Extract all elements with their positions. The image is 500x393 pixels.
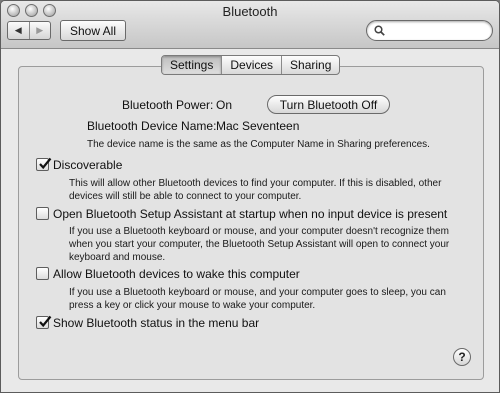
device-name-label: Bluetooth Device Name:	[87, 119, 217, 133]
wake-computer-description: If you use a Bluetooth keyboard or mouse…	[69, 287, 446, 311]
power-value: On	[216, 98, 233, 112]
show-all-button[interactable]: Show All	[60, 20, 126, 41]
setup-assistant-checkbox[interactable]	[36, 207, 49, 220]
tab-settings[interactable]: Settings	[162, 56, 222, 74]
wake-computer-label[interactable]: Allow Bluetooth devices to wake this com…	[53, 267, 300, 281]
tab-bar: Settings Devices Sharing	[161, 55, 341, 75]
forward-arrow-icon: ▶	[36, 25, 44, 35]
turn-bluetooth-off-button[interactable]: Turn Bluetooth Off	[267, 95, 390, 114]
forward-button[interactable]: ▶	[28, 22, 51, 39]
setup-assistant-label[interactable]: Open Bluetooth Setup Assistant at startu…	[53, 207, 447, 221]
help-button[interactable]: ?	[453, 348, 471, 366]
discoverable-checkbox[interactable]	[36, 157, 52, 171]
preferences-window: Bluetooth ◀ ▶ Show All Settings Devices …	[0, 0, 500, 393]
menu-bar-status-checkbox[interactable]	[36, 315, 52, 329]
back-arrow-icon: ◀	[14, 25, 22, 35]
power-label: Bluetooth Power:	[122, 98, 214, 112]
discoverable-label[interactable]: Discoverable	[53, 158, 122, 172]
back-forward-control: ◀ ▶	[7, 21, 51, 40]
discoverable-description: This will allow other Bluetooth devices …	[69, 178, 442, 202]
window-title: Bluetooth	[222, 4, 278, 19]
back-button[interactable]: ◀	[8, 22, 29, 39]
wake-computer-checkbox[interactable]	[36, 267, 49, 280]
menu-bar-status-label[interactable]: Show Bluetooth status in the menu bar	[53, 316, 259, 330]
device-name-value: Mac Seventeen	[216, 119, 300, 133]
search-field[interactable]	[366, 20, 493, 41]
device-name-note: The device name is the same as the Compu…	[87, 139, 430, 150]
search-input[interactable]	[389, 23, 485, 38]
checkmark-icon	[39, 315, 52, 328]
setup-assistant-description: If you use a Bluetooth keyboard or mouse…	[69, 226, 450, 263]
help-icon: ?	[458, 350, 466, 364]
search-icon	[374, 25, 385, 36]
title-bar: Bluetooth ◀ ▶ Show All	[1, 1, 499, 49]
tab-devices[interactable]: Devices	[221, 56, 281, 74]
checkmark-icon	[39, 157, 52, 170]
tab-panel	[18, 66, 484, 380]
tab-sharing[interactable]: Sharing	[281, 56, 339, 74]
